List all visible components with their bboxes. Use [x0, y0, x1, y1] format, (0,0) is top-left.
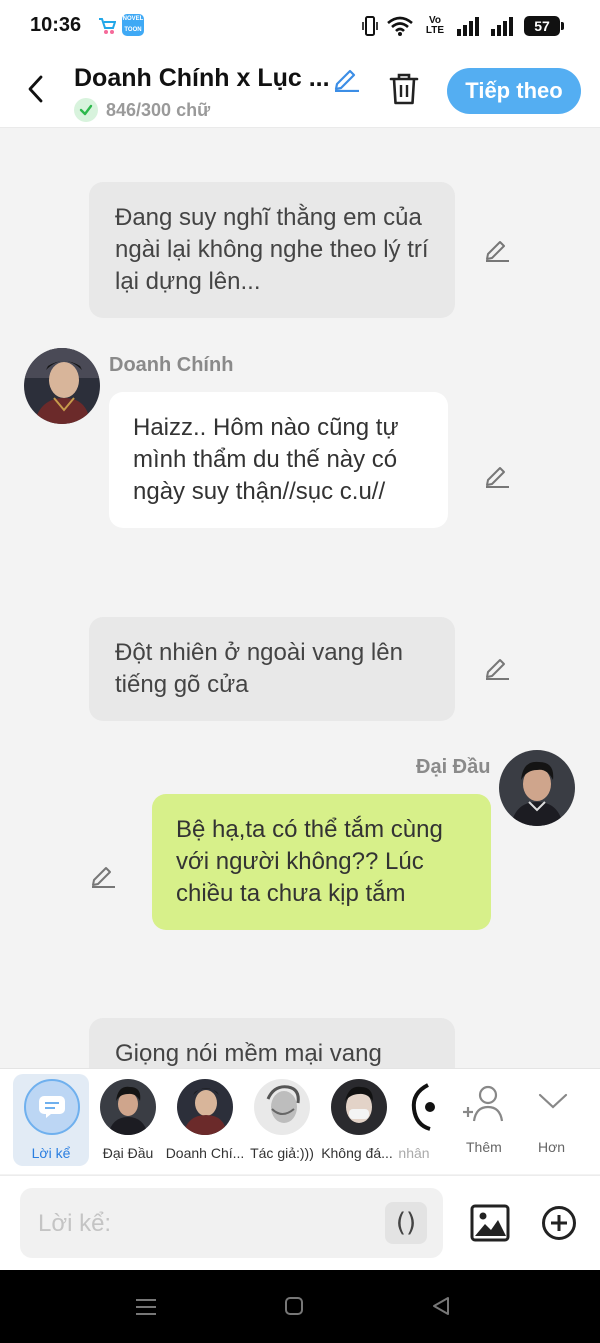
check-icon	[74, 98, 98, 122]
avatar-dai-dau[interactable]	[499, 750, 575, 826]
pencil-icon[interactable]	[484, 462, 510, 488]
narration-bubble[interactable]: Giọng nói mềm mại vang	[89, 1018, 455, 1068]
input-placeholder: Lời kể:	[38, 1210, 112, 1237]
character-avatar-tac-gia[interactable]	[254, 1079, 310, 1135]
next-button[interactable]: Tiếp theo	[447, 68, 581, 114]
pencil-icon[interactable]	[332, 64, 360, 92]
message-bubble-left[interactable]: Haizz.. Hôm nào cũng tự mình thẩm du thế…	[109, 392, 448, 528]
add-label: Thêm	[466, 1139, 502, 1155]
parenthesis-button[interactable]: ()	[385, 1202, 427, 1244]
sender-name: Doanh Chính	[109, 354, 234, 376]
shopping-cart-icon	[99, 18, 116, 34]
nav-menu-icon[interactable]	[134, 1296, 158, 1318]
sender-name: Đại Đầu	[416, 756, 491, 778]
volte-indicator: Vo LTE	[425, 15, 445, 36]
character-label: Tác giả:)))	[250, 1145, 314, 1161]
message-bubble-right[interactable]: Bệ hạ,ta có thể tắm cùng với người không…	[152, 794, 491, 930]
character-avatar-nhan[interactable]	[408, 1079, 436, 1135]
status-bar: 10:36 NOVEL TOON Vo LTE 57	[0, 0, 600, 52]
character-label: Không đá...	[321, 1145, 393, 1161]
character-label: nhân	[398, 1145, 430, 1161]
character-avatar-doanh-chinh[interactable]	[177, 1079, 233, 1135]
signal-icon	[457, 17, 479, 36]
pencil-icon[interactable]	[90, 862, 116, 888]
nav-back-icon[interactable]	[430, 1295, 452, 1317]
pencil-icon[interactable]	[484, 654, 510, 680]
character-avatar-khong-da[interactable]	[331, 1079, 387, 1135]
add-person-icon	[463, 1085, 504, 1122]
word-count: 846/300 chữ	[74, 98, 210, 122]
novel-toon-app-icon: NOVEL TOON	[122, 14, 144, 36]
narration-bubble[interactable]: Đang suy nghĩ thằng em của ngài lại khôn…	[89, 182, 455, 318]
story-title[interactable]: Doanh Chính x Lục ...	[74, 64, 330, 93]
narration-icon[interactable]	[24, 1079, 80, 1135]
nav-home-icon[interactable]	[284, 1296, 304, 1316]
message-input[interactable]: Lời kể: ()	[20, 1188, 443, 1258]
more-button[interactable]: Hơn	[530, 1083, 580, 1163]
vibrate-icon	[362, 16, 378, 36]
plus-circle-icon[interactable]	[541, 1205, 577, 1241]
character-label: Doanh Chí...	[165, 1145, 245, 1161]
avatar-doanh-chinh[interactable]	[24, 348, 100, 424]
image-icon[interactable]	[470, 1204, 510, 1242]
character-selector: Lời kể Đại Đầu Doanh Chí... Tác giả:))) …	[0, 1068, 600, 1174]
pencil-icon[interactable]	[484, 236, 510, 262]
wifi-icon	[387, 16, 413, 36]
chat-area[interactable]: Đang suy nghĩ thằng em của ngài lại khôn…	[0, 128, 600, 1068]
status-time: 10:36	[30, 14, 82, 36]
character-label: Lời kể	[31, 1145, 71, 1161]
back-arrow-icon[interactable]	[24, 74, 48, 104]
word-count-text: 846/300 chữ	[106, 99, 211, 120]
character-label: Đại Đầu	[102, 1145, 154, 1161]
system-nav-bar	[0, 1270, 600, 1343]
character-avatar-dai-dau[interactable]	[100, 1079, 156, 1135]
trash-icon[interactable]	[388, 72, 420, 106]
signal-icon-2	[491, 17, 513, 36]
input-bar: Lời kể: ()	[0, 1175, 600, 1270]
battery-indicator: 57	[524, 16, 564, 36]
top-header: Doanh Chính x Lục ... 846/300 chữ Tiếp t…	[0, 52, 600, 128]
narration-bubble[interactable]: Đột nhiên ở ngoài vang lên tiếng gõ cửa	[89, 617, 455, 721]
add-character-button[interactable]: Thêm	[462, 1083, 512, 1163]
more-label: Hơn	[538, 1139, 566, 1155]
chevron-down-icon	[538, 1093, 568, 1109]
